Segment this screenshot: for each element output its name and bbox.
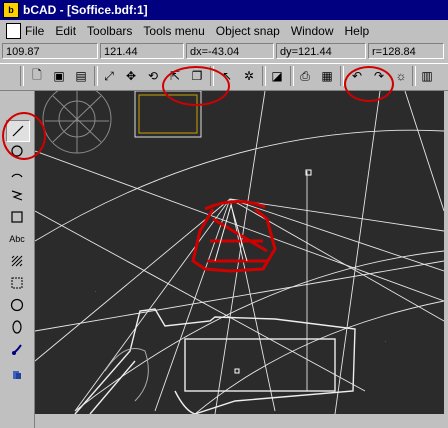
toolbar-separator — [20, 66, 24, 86]
annotation-circle-line-tool — [2, 112, 46, 160]
magic-icon[interactable]: ✲ — [240, 67, 258, 85]
circle-center-tool-icon[interactable] — [6, 295, 28, 315]
menu-tools[interactable]: Tools menu — [143, 24, 204, 38]
properties-icon[interactable]: ▥ — [418, 67, 436, 85]
toolbar-separator — [262, 66, 266, 86]
arc-tool-icon[interactable] — [6, 163, 28, 183]
coord-r: r=128.84 — [368, 43, 444, 59]
redraw-icon[interactable]: ◪ — [268, 67, 286, 85]
menu-window[interactable]: Window — [291, 24, 334, 38]
move-icon[interactable]: ✥ — [122, 67, 140, 85]
cad-drawing — [35, 91, 444, 414]
text-tool-icon[interactable]: Abc — [6, 229, 28, 249]
bottom-bar — [35, 414, 444, 428]
menu-help[interactable]: Help — [345, 24, 370, 38]
toolbar-separator — [94, 66, 98, 86]
selected-object — [191, 200, 277, 273]
coord-x: 109.87 — [2, 43, 98, 59]
ellipse-tool-icon[interactable] — [6, 317, 28, 337]
snap-icon[interactable]: ⤢ — [100, 67, 118, 85]
chair-outline — [104, 348, 149, 402]
hatch-fill-tool-icon[interactable] — [6, 273, 28, 293]
toolbar-separator — [290, 66, 294, 86]
document-icon[interactable] — [6, 22, 21, 39]
coord-dy: dy=121.44 — [276, 43, 366, 59]
perspective-lines — [35, 91, 444, 414]
menu-file[interactable]: File — [25, 24, 44, 38]
coordinate-bar: 109.87 121.44 dx=-43.04 dy=121.44 r=128.… — [0, 43, 448, 61]
toolbar-separator — [412, 66, 416, 86]
menu-edit[interactable]: Edit — [55, 24, 76, 38]
menu-object-snap[interactable]: Object snap — [216, 24, 280, 38]
menu-bar: File Edit Toolbars Tools menu Object sna… — [0, 21, 448, 40]
round-table — [42, 91, 112, 154]
app-icon: b — [3, 2, 19, 18]
rotate-icon[interactable]: ⟲ — [144, 67, 162, 85]
print-icon[interactable]: ⎙ — [296, 67, 314, 85]
annotation-circle-undo — [344, 66, 394, 102]
paint-tool-icon[interactable] — [6, 339, 28, 359]
new-icon[interactable]: 🗋 — [28, 67, 46, 85]
drawing-canvas[interactable] — [35, 91, 444, 414]
window-title: bCAD - [Soffice.bdf:1] — [23, 3, 148, 17]
rectangle-tool-icon[interactable] — [6, 207, 28, 227]
block-tool-icon[interactable] — [6, 365, 28, 385]
menu-toolbars[interactable]: Toolbars — [87, 24, 132, 38]
title-bar: b bCAD - [Soffice.bdf:1] — [0, 0, 448, 20]
save-icon[interactable]: ▤ — [72, 67, 90, 85]
polyline-tool-icon[interactable] — [6, 185, 28, 205]
coord-dx: dx=-43.04 — [186, 43, 274, 59]
annotation-circle-toolbar — [162, 66, 230, 106]
coord-y: 121.44 — [100, 43, 184, 59]
layers-icon[interactable]: ▦ — [318, 67, 336, 85]
open-icon[interactable]: ▣ — [50, 67, 68, 85]
hatch-tool-icon[interactable] — [6, 251, 28, 271]
render-icon[interactable]: ☼ — [392, 67, 410, 85]
